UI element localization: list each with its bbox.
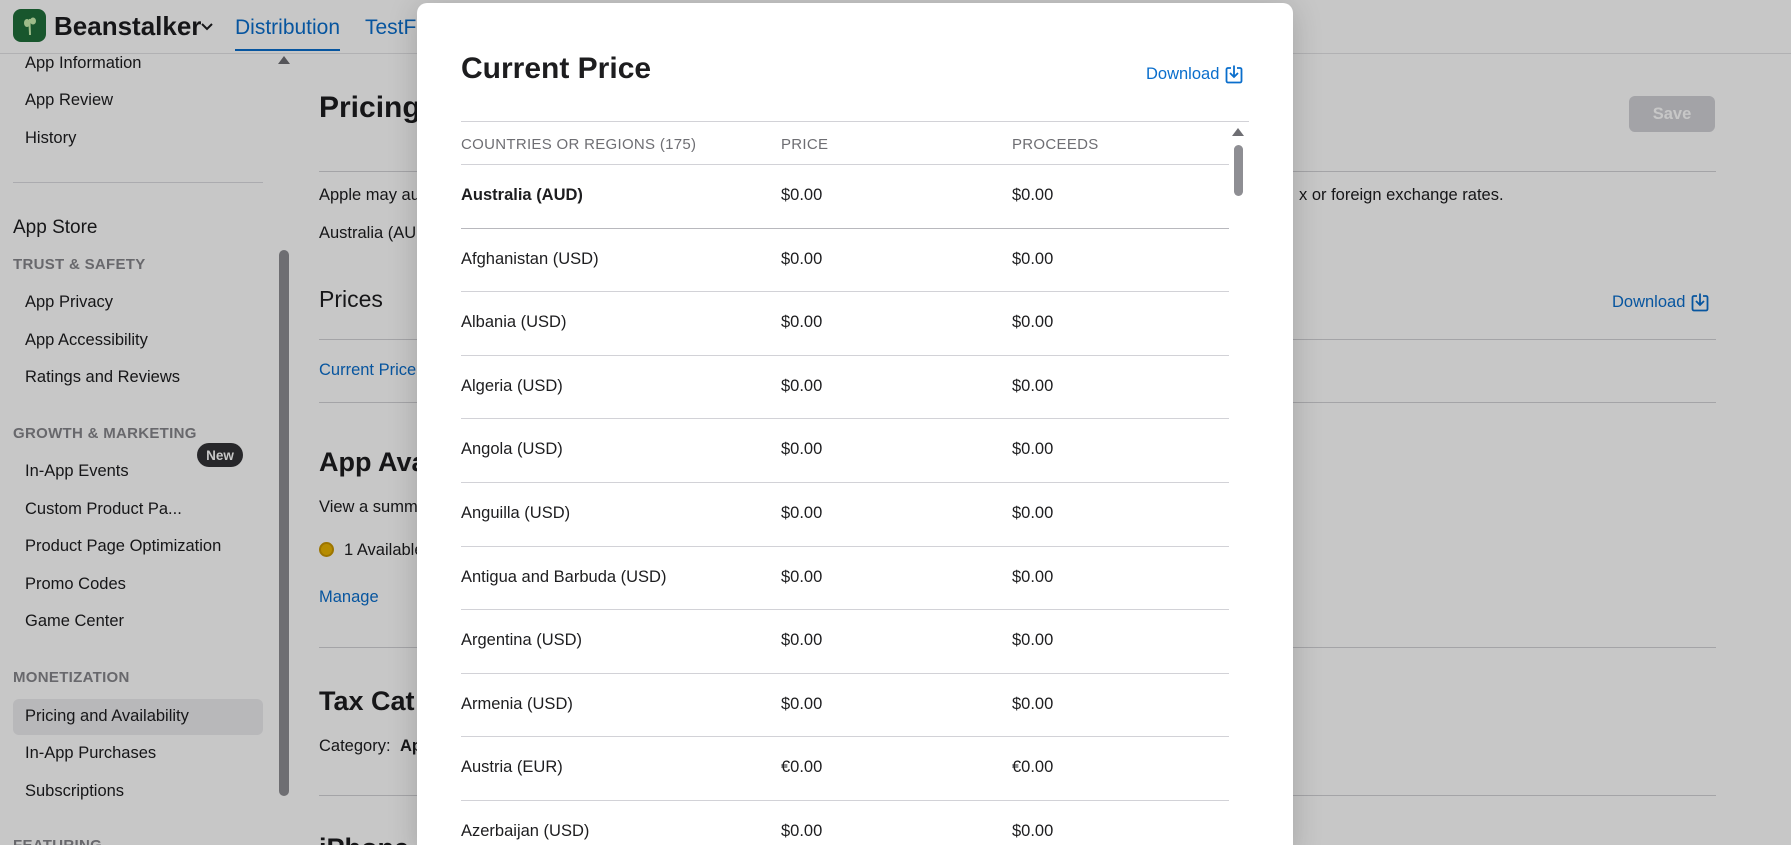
download-icon — [1225, 65, 1243, 84]
proceeds-cell: $0.00 — [1012, 694, 1054, 713]
table-row: Afghanistan (USD) $0.00 $0.00 — [461, 227, 1229, 292]
proceeds-cell: $0.00 — [1012, 631, 1054, 650]
country-cell: Anguilla (USD) — [461, 503, 571, 522]
proceeds-cell: $0.00 — [1012, 503, 1054, 522]
table-row: Anguilla (USD) $0.00 $0.00 — [461, 481, 1229, 546]
column-header-proceeds: PROCEEDS — [1012, 136, 1099, 153]
proceeds-cell: $0.00 — [1012, 186, 1054, 204]
table-row: Austria (EUR) €0.00 €0.00 — [461, 736, 1229, 800]
price-cell: $0.00 — [781, 567, 823, 586]
column-header-price: PRICE — [781, 136, 829, 153]
table-row: Azerbaijan (USD) $0.00 $0.00 — [461, 799, 1229, 845]
proceeds-cell: $0.00 — [1012, 376, 1054, 395]
country-cell: Antigua and Barbuda (USD) — [461, 567, 667, 586]
table-row: Argentina (USD) $0.00 $0.00 — [461, 609, 1229, 673]
scroll-up-arrow-icon[interactable] — [1232, 128, 1244, 136]
proceeds-cell: $0.00 — [1012, 567, 1054, 586]
download-label: Download — [1146, 64, 1220, 83]
country-cell: Algeria (USD) — [461, 376, 563, 395]
table-row: Algeria (USD) $0.00 $0.00 — [461, 354, 1229, 419]
modal-download-link[interactable]: Download — [1146, 64, 1243, 84]
country-cell: Argentina (USD) — [461, 631, 583, 650]
price-cell: $0.00 — [781, 694, 823, 713]
price-cell: $0.00 — [781, 249, 823, 268]
proceeds-cell: €0.00 — [1012, 758, 1054, 777]
current-price-modal: Current Price Download COUNTRIES OR REGI… — [417, 3, 1293, 845]
table-row: Albania (USD) $0.00 $0.00 — [461, 291, 1229, 355]
price-cell: $0.00 — [781, 503, 823, 522]
table-row: Angola (USD) $0.00 $0.00 — [461, 418, 1229, 482]
country-cell: Afghanistan (USD) — [461, 249, 599, 268]
table-row: Australia (AUD) $0.00 $0.00 — [461, 164, 1229, 228]
price-cell: €0.00 — [781, 758, 823, 777]
price-table: Australia (AUD) $0.00 $0.00 Afghanistan … — [461, 164, 1229, 845]
table-row: Armenia (USD) $0.00 $0.00 — [461, 672, 1229, 737]
country-cell: Australia (AUD) — [461, 186, 583, 204]
country-cell: Austria (EUR) — [461, 758, 563, 777]
table-row: Antigua and Barbuda (USD) $0.00 $0.00 — [461, 545, 1229, 610]
proceeds-cell: $0.00 — [1012, 249, 1054, 268]
country-cell: Azerbaijan (USD) — [461, 821, 590, 840]
price-cell: $0.00 — [781, 186, 823, 204]
country-cell: Armenia (USD) — [461, 694, 573, 713]
proceeds-cell: $0.00 — [1012, 313, 1054, 332]
proceeds-cell: $0.00 — [1012, 440, 1054, 459]
column-header-countries: COUNTRIES OR REGIONS (175) — [461, 136, 697, 153]
modal-title: Current Price — [461, 52, 652, 85]
modal-scrollbar[interactable] — [1234, 145, 1243, 196]
price-cell: $0.00 — [781, 440, 823, 459]
country-cell: Albania (USD) — [461, 313, 567, 332]
price-cell: $0.00 — [781, 821, 823, 840]
price-cell: $0.00 — [781, 631, 823, 650]
price-cell: $0.00 — [781, 376, 823, 395]
divider — [461, 121, 1249, 122]
price-cell: $0.00 — [781, 313, 823, 332]
country-cell: Angola (USD) — [461, 440, 563, 459]
proceeds-cell: $0.00 — [1012, 821, 1054, 840]
